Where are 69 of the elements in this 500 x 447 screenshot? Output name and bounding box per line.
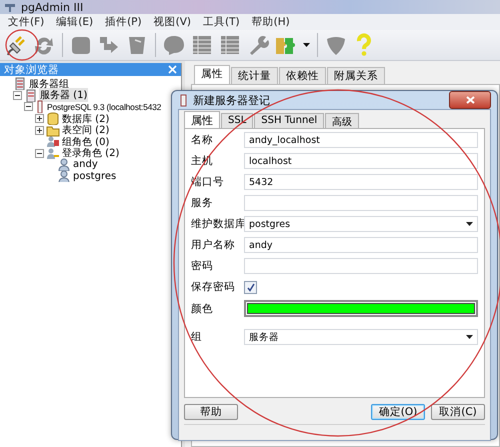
folder-icon bbox=[46, 124, 60, 137]
collapse-icon[interactable] bbox=[35, 148, 44, 158]
tab[interactable]: 附属关系 bbox=[327, 67, 385, 84]
dialog-button[interactable]: 确定(O) bbox=[371, 404, 425, 420]
tree-item[interactable]: 服务器组 bbox=[28, 76, 70, 91]
input-field[interactable] bbox=[244, 258, 478, 274]
app-icon bbox=[4, 2, 16, 12]
input-field[interactable]: 5432 bbox=[244, 174, 478, 190]
close-button[interactable] bbox=[449, 91, 491, 109]
dialog-button[interactable]: 取消(C) bbox=[431, 404, 485, 420]
tab[interactable]: 属性 bbox=[194, 65, 230, 84]
menu-item[interactable]: 插件(P) bbox=[99, 15, 148, 29]
server-stack-icon bbox=[13, 77, 27, 90]
field-label: 密码 bbox=[191, 259, 214, 273]
input-field[interactable]: andy bbox=[244, 237, 478, 253]
menu-item[interactable]: 视图(V) bbox=[148, 15, 197, 29]
tree-item[interactable]: postgres bbox=[72, 171, 118, 182]
field-label: 保存密码 bbox=[191, 280, 236, 294]
tree-item[interactable]: andy bbox=[72, 159, 99, 170]
menu-item[interactable]: 帮助(H) bbox=[246, 15, 296, 29]
panel-title: 对象浏览器 bbox=[4, 62, 59, 76]
checkbox[interactable] bbox=[244, 280, 257, 294]
close-icon[interactable] bbox=[168, 65, 177, 74]
dialog-title: 新建服务器登记 bbox=[193, 92, 271, 108]
tab[interactable]: 属性 bbox=[184, 111, 220, 128]
input-field[interactable] bbox=[244, 195, 478, 211]
user-icon bbox=[57, 170, 71, 182]
field-label: 维护数据库 bbox=[191, 217, 244, 231]
tree-item[interactable]: 组角色 (0) bbox=[61, 134, 110, 149]
expand-icon[interactable] bbox=[35, 114, 44, 124]
tree-item[interactable]: 表空间 (2) bbox=[61, 123, 110, 138]
annotation-circle bbox=[5, 29, 39, 61]
tree-item[interactable]: 服务器 (1) bbox=[39, 88, 88, 102]
group-icon bbox=[46, 135, 60, 148]
close-icon bbox=[466, 96, 474, 104]
caret-icon bbox=[466, 335, 473, 339]
database-icon bbox=[46, 112, 60, 126]
field-label: 服务 bbox=[191, 196, 214, 210]
tab[interactable]: SSH Tunnel bbox=[254, 113, 324, 128]
dropdown[interactable]: postgres bbox=[244, 216, 478, 232]
tab[interactable]: 依赖性 bbox=[279, 67, 326, 84]
field-label: 名称 bbox=[191, 133, 214, 147]
dropdown[interactable]: 服务器 bbox=[244, 329, 478, 345]
menu-item[interactable]: 工具(T) bbox=[196, 15, 246, 29]
menu-item[interactable]: 文件(F) bbox=[2, 15, 50, 29]
caret-icon bbox=[466, 222, 473, 226]
server-icon bbox=[35, 100, 45, 114]
user-icon bbox=[57, 158, 71, 172]
menu-item[interactable]: 编辑(E) bbox=[50, 15, 100, 29]
collapse-icon[interactable] bbox=[13, 90, 22, 100]
collapse-icon[interactable] bbox=[24, 102, 33, 112]
field-label: 组 bbox=[191, 330, 203, 344]
server-icon bbox=[24, 88, 38, 102]
input-field[interactable]: andy_localhost bbox=[244, 132, 478, 148]
dialog-button[interactable]: 帮助 bbox=[184, 404, 238, 420]
expand-icon[interactable] bbox=[35, 126, 44, 135]
field-label: 颜色 bbox=[191, 302, 214, 316]
plug-icon[interactable] bbox=[4, 33, 28, 57]
users-icon bbox=[46, 146, 60, 160]
tree-item[interactable]: 数据库 (2) bbox=[61, 112, 110, 126]
tab[interactable]: 高级 bbox=[325, 113, 360, 128]
field-label: 用户名称 bbox=[191, 238, 236, 252]
tree-item[interactable]: 登录角色 (2) bbox=[61, 146, 120, 160]
window-title: pgAdmin III bbox=[21, 0, 84, 14]
input-field[interactable]: localhost bbox=[244, 153, 478, 169]
tree-item[interactable]: PostgreSQL 9.3 (localhost:5432 bbox=[46, 102, 162, 112]
color-picker[interactable] bbox=[244, 300, 478, 317]
tab[interactable]: 统计量 bbox=[231, 67, 278, 84]
server-icon bbox=[178, 94, 188, 106]
